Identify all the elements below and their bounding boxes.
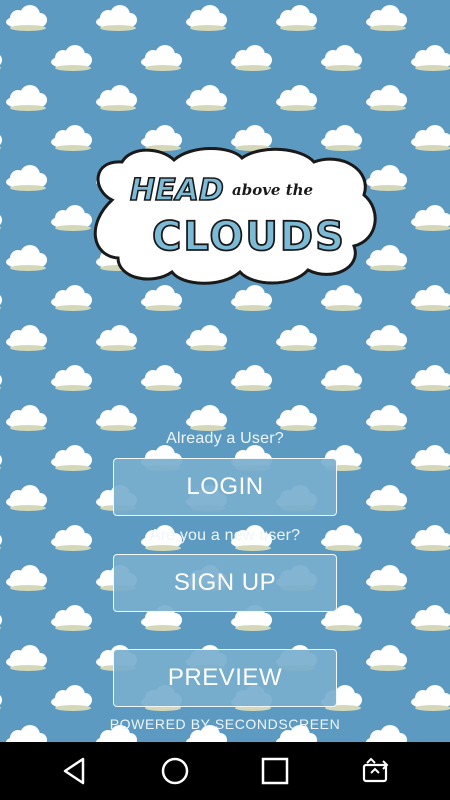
home-button[interactable] (145, 742, 205, 800)
logo-word-above-the: above the (232, 181, 313, 199)
preview-button[interactable]: PREVIEW (113, 649, 337, 707)
sign-up-button[interactable]: SIGN UP (113, 554, 337, 612)
logo-word-head: HEAD (130, 173, 224, 208)
cloud-pattern-background (0, 0, 450, 742)
home-icon (161, 757, 189, 785)
screen-rotate-icon (362, 757, 389, 783)
android-navigation-bar (0, 742, 450, 800)
back-button[interactable] (45, 742, 105, 800)
recents-button[interactable] (245, 742, 305, 800)
login-button[interactable]: LOGIN (113, 458, 337, 516)
recents-icon (261, 757, 289, 785)
already-a-user-label: Already a User? (166, 430, 284, 447)
screen-rotate-button[interactable] (345, 742, 405, 800)
app-screen: HEAD above the CLOUDS Already a User? LO… (0, 0, 450, 742)
powered-by-label: POWERED BY SECONDSCREEN (109, 716, 341, 732)
new-user-label: Are you a new user? (149, 527, 301, 544)
head-above-the-clouds-logo: HEAD above the CLOUDS (93, 147, 377, 285)
back-icon (63, 757, 85, 785)
logo-word-clouds: CLOUDS (152, 214, 346, 260)
